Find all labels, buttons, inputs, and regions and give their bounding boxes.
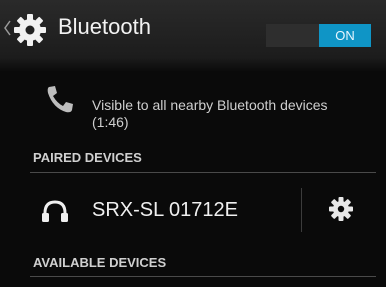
available-devices-header: AVAILABLE DEVICES: [33, 255, 167, 270]
action-bar: Bluetooth ON: [0, 0, 386, 58]
device-name: SRX-SL 01712E: [92, 199, 239, 221]
chevron-left-icon[interactable]: [3, 20, 11, 36]
paired-device-row[interactable]: SRX-SL 01712E: [0, 180, 386, 244]
page-title: Bluetooth: [58, 14, 151, 39]
divider: [30, 172, 376, 173]
visibility-status[interactable]: Visible to all nearby Bluetooth devices …: [92, 97, 382, 131]
action-bar-shadow: [0, 58, 386, 72]
gear-icon[interactable]: [328, 196, 354, 222]
gear-icon[interactable]: [12, 13, 48, 47]
bluetooth-toggle[interactable]: ON: [266, 24, 371, 47]
divider: [30, 276, 376, 277]
paired-devices-header: PAIRED DEVICES: [33, 150, 142, 165]
headphones-icon: [42, 200, 68, 222]
visibility-timer: (1:46): [92, 114, 129, 130]
visibility-text: Visible to all nearby Bluetooth devices: [92, 97, 328, 113]
toggle-on-label: ON: [319, 24, 371, 47]
vertical-divider: [301, 188, 302, 232]
phone-icon: [47, 86, 73, 113]
